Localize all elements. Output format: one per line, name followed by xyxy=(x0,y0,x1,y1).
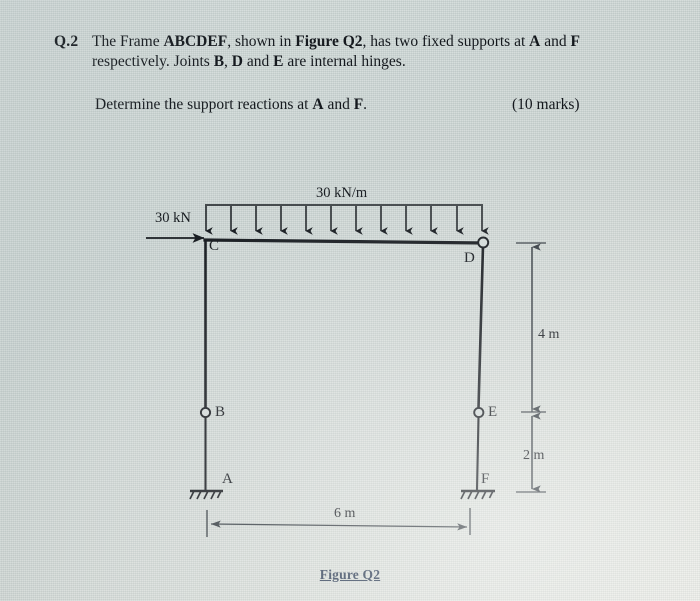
support-a-fixed xyxy=(189,489,223,500)
node-label-d: D xyxy=(464,250,475,266)
node-label-a: A xyxy=(222,471,233,487)
node-label-f: F xyxy=(481,471,490,487)
hinge-d-circle xyxy=(477,236,490,249)
member-DE-column xyxy=(477,244,485,410)
figure-q2: 30 kN 30 kN/m C D B E A F 4 m 2 m 6 m Fi… xyxy=(0,0,700,601)
dimension-label-6m: 6 m xyxy=(334,506,356,521)
hinge-b-circle xyxy=(199,406,212,419)
udl-arrows xyxy=(205,206,489,235)
support-f-fixed xyxy=(460,489,495,500)
node-label-b: B xyxy=(215,404,226,420)
hinge-e-circle xyxy=(473,406,485,419)
page-canvas: Q.2 The Frame ABCDEF, shown in Figure Q2… xyxy=(0,0,700,601)
figure-caption: Figure Q2 xyxy=(319,567,381,582)
node-label-e: E xyxy=(488,404,498,420)
node-label-c: C xyxy=(209,238,220,254)
frame-members xyxy=(203,238,485,492)
dimension-label-2m: 2 m xyxy=(523,448,545,463)
dim-arrow-6m xyxy=(210,520,468,531)
udl-label: 30 kN/m xyxy=(316,185,368,201)
dimension-label-4m: 4 m xyxy=(538,327,560,342)
internal-hinges xyxy=(199,236,490,419)
point-load-label: 30 kN xyxy=(155,210,191,226)
support-a-hatching xyxy=(189,490,222,500)
support-f-hatching xyxy=(460,490,494,500)
udl-load-group xyxy=(205,204,489,235)
member-EF-column xyxy=(475,415,480,492)
member-CD-beam xyxy=(203,238,485,245)
